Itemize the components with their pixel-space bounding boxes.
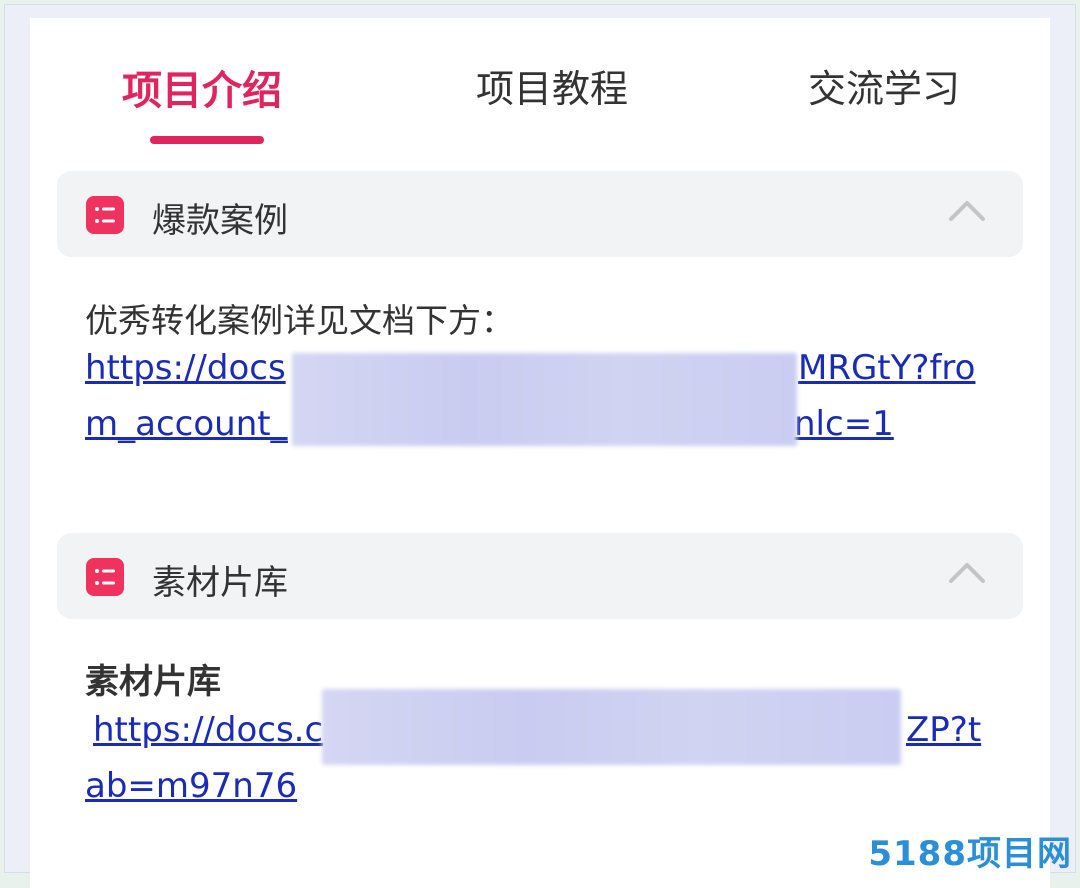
section-title: 素材片库 [152,563,288,603]
case-doc-link-line-1-tail[interactable]: MRGtY?fro [798,348,975,388]
material-doc-link-line-1[interactable]: https://docs.c [93,710,323,750]
redaction-blur [292,353,797,446]
section-header-material-library[interactable]: 素材片库 [57,533,1023,619]
chevron-up-icon[interactable] [947,557,987,587]
section-header-hot-cases[interactable]: 爆款案例 [57,171,1023,257]
material-doc-link-line-1-tail[interactable]: ZP?t [906,710,981,750]
tab-project-tutorial[interactable]: 项目教程 [476,58,628,113]
active-tab-indicator [150,136,264,144]
list-icon [86,558,124,596]
list-icon [86,196,124,234]
section-intro-text: 优秀转化案例详见文档下方： [85,301,514,340]
tab-exchange-learning[interactable]: 交流学习 [808,58,960,113]
case-doc-link-line-2-tail[interactable]: nlc=1 [794,404,894,444]
content-card: 项目介绍 项目教程 交流学习 爆款案例 优秀转化案例详见文档下方： https:… [30,18,1050,888]
redaction-blur [322,689,901,765]
tab-bar: 项目介绍 项目教程 交流学习 [30,18,1050,158]
case-doc-link-line-1[interactable]: https://docs [85,348,286,388]
section-title: 爆款案例 [152,201,288,241]
tab-project-intro[interactable]: 项目介绍 [122,58,282,116]
case-doc-link-line-2[interactable]: m_account_ [85,404,288,444]
material-doc-link-line-2[interactable]: ab=m97n76 [85,766,297,806]
watermark-logo: 5188项目网 [868,834,1072,874]
chevron-up-icon[interactable] [947,195,987,225]
material-library-heading: 素材片库 [85,662,221,702]
